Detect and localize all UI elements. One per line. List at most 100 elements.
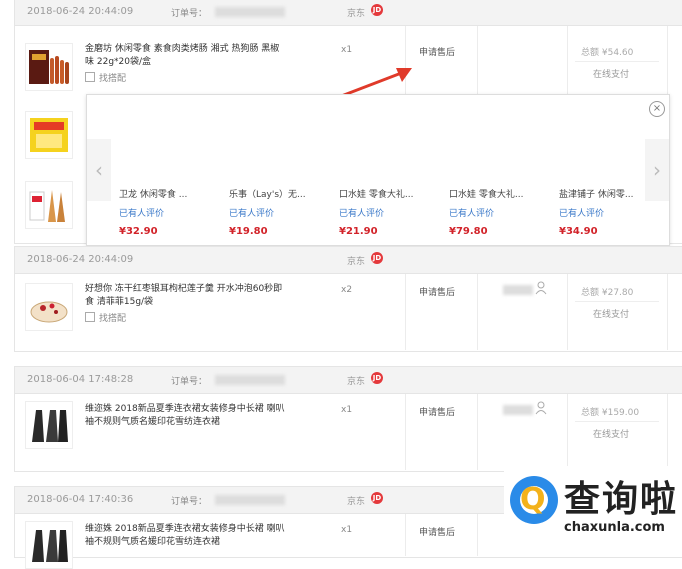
match-icon: [85, 72, 95, 82]
after-sale-link[interactable]: 申请售后: [419, 285, 455, 298]
recommended-item-price: ¥32.90: [119, 226, 158, 237]
recommended-item[interactable]: 盐津铺子 休闲零... 已有人评价 ¥34.90: [559, 187, 645, 237]
after-sale-link[interactable]: 申请售后: [419, 45, 455, 58]
cone-snack-image: [29, 190, 65, 222]
find-match-link[interactable]: 找搭配: [85, 71, 126, 84]
order-number-label: 订单号：: [171, 497, 208, 507]
payment-method: 在线支付: [593, 430, 630, 440]
review-link[interactable]: 已有人评价: [449, 206, 535, 219]
payment-method: 在线支付: [593, 310, 630, 320]
recommended-item-name[interactable]: 口水娃 零食大礼...: [449, 187, 535, 200]
dress-image: [32, 530, 68, 562]
shop-name[interactable]: 京东: [347, 374, 365, 387]
jd-logo-icon: JD: [371, 252, 383, 264]
recommended-item-price: ¥79.80: [449, 226, 488, 237]
recommended-item[interactable]: 口水娃 零食大礼... 已有人评价 ¥79.80: [449, 187, 535, 237]
order-header: 2018-06-04 17:48:28 订单号： 京东 JD: [15, 367, 682, 394]
column-divider: [567, 394, 568, 470]
jd-logo-icon: JD: [371, 492, 383, 504]
shop-name[interactable]: 京东: [347, 6, 365, 19]
divider: [575, 61, 659, 62]
recommended-item-price: ¥21.90: [339, 226, 378, 237]
recommended-item[interactable]: 乐事（Lay's）无... 已有人评价 ¥19.80: [229, 187, 315, 237]
recommended-item-name[interactable]: 卫龙 休闲零食 ...: [119, 187, 205, 200]
jd-logo-icon: JD: [371, 4, 383, 16]
logo-q-glyph: Q: [520, 482, 546, 517]
order-header: 2018-06-24 20:44:09 订单号： 京东 JD: [15, 0, 682, 26]
dress-image: [32, 410, 68, 442]
recommended-item-name[interactable]: 口水娃 零食大礼...: [339, 187, 425, 200]
watermark-url: chaxunla.com: [564, 520, 665, 535]
order-header: 2018-06-24 20:44:09 京东 JD: [15, 247, 682, 274]
product-thumbnail[interactable]: [25, 521, 73, 569]
order-number-label: 订单号：: [171, 9, 208, 19]
snack-bag-image: [30, 118, 68, 152]
order-date: 2018-06-24 20:44:09: [27, 254, 134, 265]
quantity: x1: [341, 405, 353, 415]
recommended-item-price: ¥19.80: [229, 226, 268, 237]
recommendation-popup: × ‹ › 卫龙 休闲零食 ... 已有人评价 ¥32.90 乐事（Lay's）…: [86, 94, 670, 246]
after-sale-link[interactable]: 申请售后: [419, 525, 455, 538]
close-icon[interactable]: ×: [649, 101, 665, 117]
order-number-redacted: [215, 375, 285, 385]
quantity: x2: [341, 285, 353, 295]
review-link[interactable]: 已有人评价: [229, 206, 315, 219]
shop-name[interactable]: 京东: [347, 254, 365, 267]
find-match-label: 找搭配: [99, 314, 127, 324]
column-divider: [667, 394, 668, 470]
payment-method: 在线支付: [593, 70, 630, 80]
order-number-redacted: [215, 7, 285, 17]
order-total: 总额 ¥54.60: [581, 48, 634, 58]
product-name[interactable]: 维迩姝 2018新品夏季连衣裙女装修身中长裙 喇叭袖不规则气质名媛印花雪纺连衣裙: [85, 403, 285, 429]
recommended-item[interactable]: 卫龙 休闲零食 ... 已有人评价 ¥32.90: [119, 187, 205, 237]
quantity: x1: [341, 45, 353, 55]
order-total: 总额 ¥27.80: [581, 288, 634, 298]
dessert-bowl-image: [30, 301, 68, 323]
user-icon[interactable]: [535, 401, 547, 415]
review-link[interactable]: 已有人评价: [559, 206, 645, 219]
order-date: 2018-06-24 20:44:09: [27, 6, 134, 17]
product-thumbnail[interactable]: [25, 181, 73, 229]
product-name[interactable]: 金磨坊 休闲零食 素食肉类烤肠 湘式 热狗肠 黑椒味 22g*20袋/盒: [85, 43, 285, 69]
recommended-item[interactable]: 口水娃 零食大礼... 已有人评价 ¥21.90: [339, 187, 425, 237]
review-link[interactable]: 已有人评价: [339, 206, 425, 219]
order-number-redacted: [215, 495, 285, 505]
recommended-item-name[interactable]: 盐津铺子 休闲零...: [559, 187, 645, 200]
shop-name[interactable]: 京东: [347, 494, 365, 507]
watermark-brand: 查询啦: [564, 479, 679, 520]
user-icon[interactable]: [535, 281, 547, 295]
divider: [575, 301, 659, 302]
recommended-item-price: ¥34.90: [559, 226, 598, 237]
column-divider: [477, 394, 478, 470]
column-divider: [477, 274, 478, 350]
sausage-box-image: [29, 50, 69, 84]
quantity: x1: [341, 525, 353, 535]
product-thumbnail[interactable]: [25, 111, 73, 159]
review-link[interactable]: 已有人评价: [119, 206, 205, 219]
product-name[interactable]: 维迩姝 2018新品夏季连衣裙女装修身中长裙 喇叭袖不规则气质名媛印花雪纺连衣裙: [85, 523, 285, 549]
after-sale-link[interactable]: 申请售后: [419, 405, 455, 418]
find-match-link[interactable]: 找搭配: [85, 311, 126, 324]
product-thumbnail[interactable]: [25, 283, 73, 331]
product-name[interactable]: 好想你 冻干红枣银耳枸杞莲子羹 开水冲泡60秒即食 清菲菲15g/袋: [85, 283, 285, 309]
jd-logo-icon: JD: [371, 372, 383, 384]
carousel-next-button[interactable]: ›: [645, 139, 669, 201]
product-thumbnail[interactable]: [25, 401, 73, 449]
column-divider: [405, 394, 406, 470]
match-icon: [85, 312, 95, 322]
column-divider: [405, 274, 406, 350]
recommended-item-name[interactable]: 乐事（Lay's）无...: [229, 187, 315, 200]
order-date: 2018-06-04 17:48:28: [27, 374, 134, 385]
column-divider: [567, 274, 568, 350]
order-total: 总额 ¥159.00: [581, 408, 640, 418]
product-thumbnail[interactable]: [25, 43, 73, 91]
recipient-redacted: [503, 285, 533, 295]
order-card: 2018-06-24 20:44:09 京东 JD 好想你 冻干红枣银耳枸杞莲子…: [14, 246, 682, 352]
order-card: 2018-06-04 17:48:28 订单号： 京东 JD 维迩姝 2018新…: [14, 366, 682, 472]
watermark-logo: Q 查询啦 chaxunla.com: [504, 466, 682, 550]
carousel-prev-button[interactable]: ‹: [87, 139, 111, 201]
order-date: 2018-06-04 17:40:36: [27, 494, 134, 505]
recipient-redacted: [503, 405, 533, 415]
order-number-label: 订单号：: [171, 377, 208, 387]
column-divider: [667, 274, 668, 350]
